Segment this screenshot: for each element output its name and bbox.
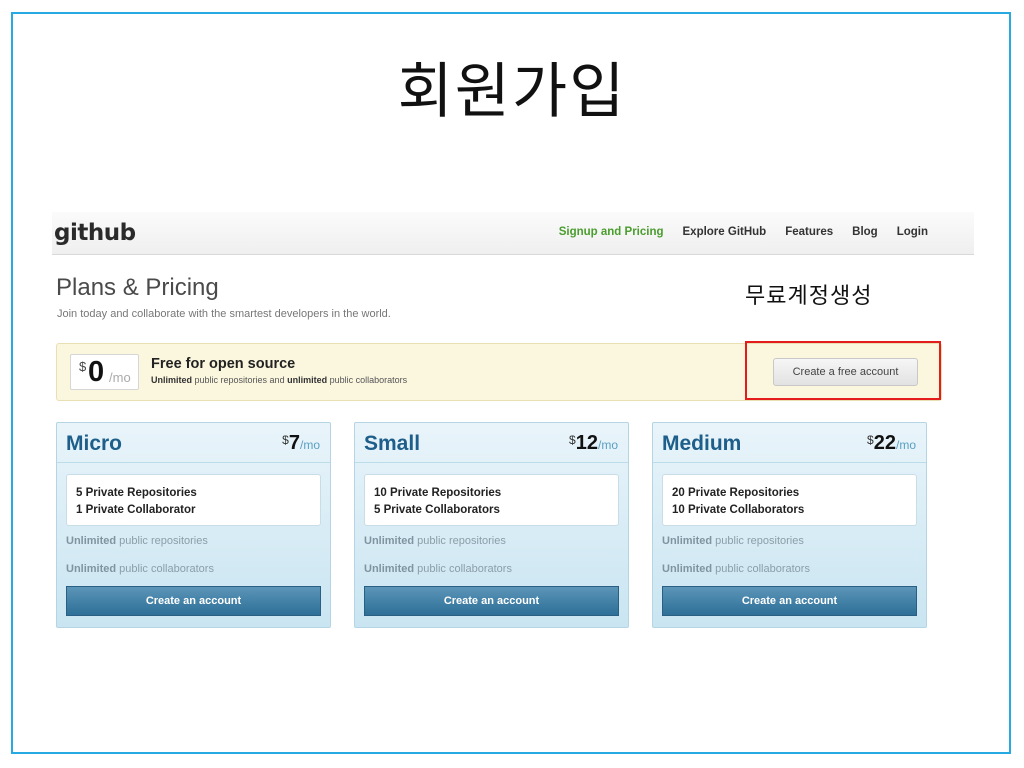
free-plan-description: Unlimited public repositories and unlimi… — [151, 375, 408, 385]
create-account-button-small[interactable]: Create an account — [364, 586, 619, 616]
plan-separator — [364, 555, 619, 556]
plan-name: Small — [364, 432, 421, 455]
plan-public-collaborators: Unlimited public collaborators — [662, 563, 810, 575]
plan-feature: 1 Private Collaborator — [76, 504, 196, 516]
plan-features: 20 Private Repositories 10 Private Colla… — [662, 474, 917, 526]
plan-features: 5 Private Repositories 1 Private Collabo… — [66, 474, 321, 526]
annotation-highlight-box — [745, 341, 941, 400]
github-screenshot: github Signup and Pricing Explore GitHub… — [52, 212, 974, 642]
plan-feature: 10 Private Collaborators — [672, 504, 805, 516]
plan-card-medium: Medium $22/mo 20 Private Repositories 10… — [652, 422, 927, 628]
plan-public-collaborators: Unlimited public collaborators — [364, 563, 512, 575]
free-price-amount: 0 — [88, 356, 105, 388]
slide-title: 회원가입 — [397, 57, 627, 127]
navbar: github Signup and Pricing Explore GitHub… — [52, 212, 974, 255]
free-price-currency: $ — [79, 359, 87, 374]
plan-feature: 10 Private Repositories — [374, 487, 502, 499]
page-subtitle: Join today and collaborate with the smar… — [57, 308, 391, 320]
plan-feature: 5 Private Collaborators — [374, 504, 500, 516]
plan-public-repos: Unlimited public repositories — [364, 535, 506, 547]
plan-divider — [653, 462, 926, 463]
plan-separator — [662, 555, 917, 556]
free-price-period: /mo — [109, 370, 131, 385]
plan-card-small: Small $12/mo 10 Private Repositories 5 P… — [354, 422, 629, 628]
plan-public-repos: Unlimited public repositories — [66, 535, 208, 547]
plan-card-micro: Micro $7/mo 5 Private Repositories 1 Pri… — [56, 422, 331, 628]
nav-login[interactable]: Login — [897, 226, 928, 238]
page-title: Plans & Pricing — [56, 274, 219, 301]
plan-feature: 5 Private Repositories — [76, 487, 197, 499]
plan-price: $22/mo — [867, 432, 916, 454]
nav-explore-github[interactable]: Explore GitHub — [683, 226, 767, 238]
nav-links: Signup and Pricing Explore GitHub Featur… — [559, 226, 928, 238]
plan-features: 10 Private Repositories 5 Private Collab… — [364, 474, 619, 526]
plan-public-collaborators: Unlimited public collaborators — [66, 563, 214, 575]
nav-features[interactable]: Features — [785, 226, 833, 238]
plan-feature: 20 Private Repositories — [672, 487, 800, 499]
free-price-box: $ 0 /mo — [70, 354, 139, 390]
plan-price: $12/mo — [569, 432, 618, 454]
nav-blog[interactable]: Blog — [852, 226, 878, 238]
plan-name: Medium — [662, 432, 742, 455]
create-account-button-micro[interactable]: Create an account — [66, 586, 321, 616]
plan-price: $7/mo — [282, 432, 320, 454]
annotation-label: 무료계정생성 — [745, 284, 873, 309]
plan-name: Micro — [66, 432, 123, 455]
free-plan-heading: Free for open source — [151, 356, 296, 372]
plan-divider — [57, 462, 330, 463]
github-logo[interactable]: github — [54, 220, 136, 246]
nav-signup-pricing[interactable]: Signup and Pricing — [559, 226, 664, 238]
plan-public-repos: Unlimited public repositories — [662, 535, 804, 547]
plan-divider — [355, 462, 628, 463]
plan-separator — [66, 555, 321, 556]
create-account-button-medium[interactable]: Create an account — [662, 586, 917, 616]
